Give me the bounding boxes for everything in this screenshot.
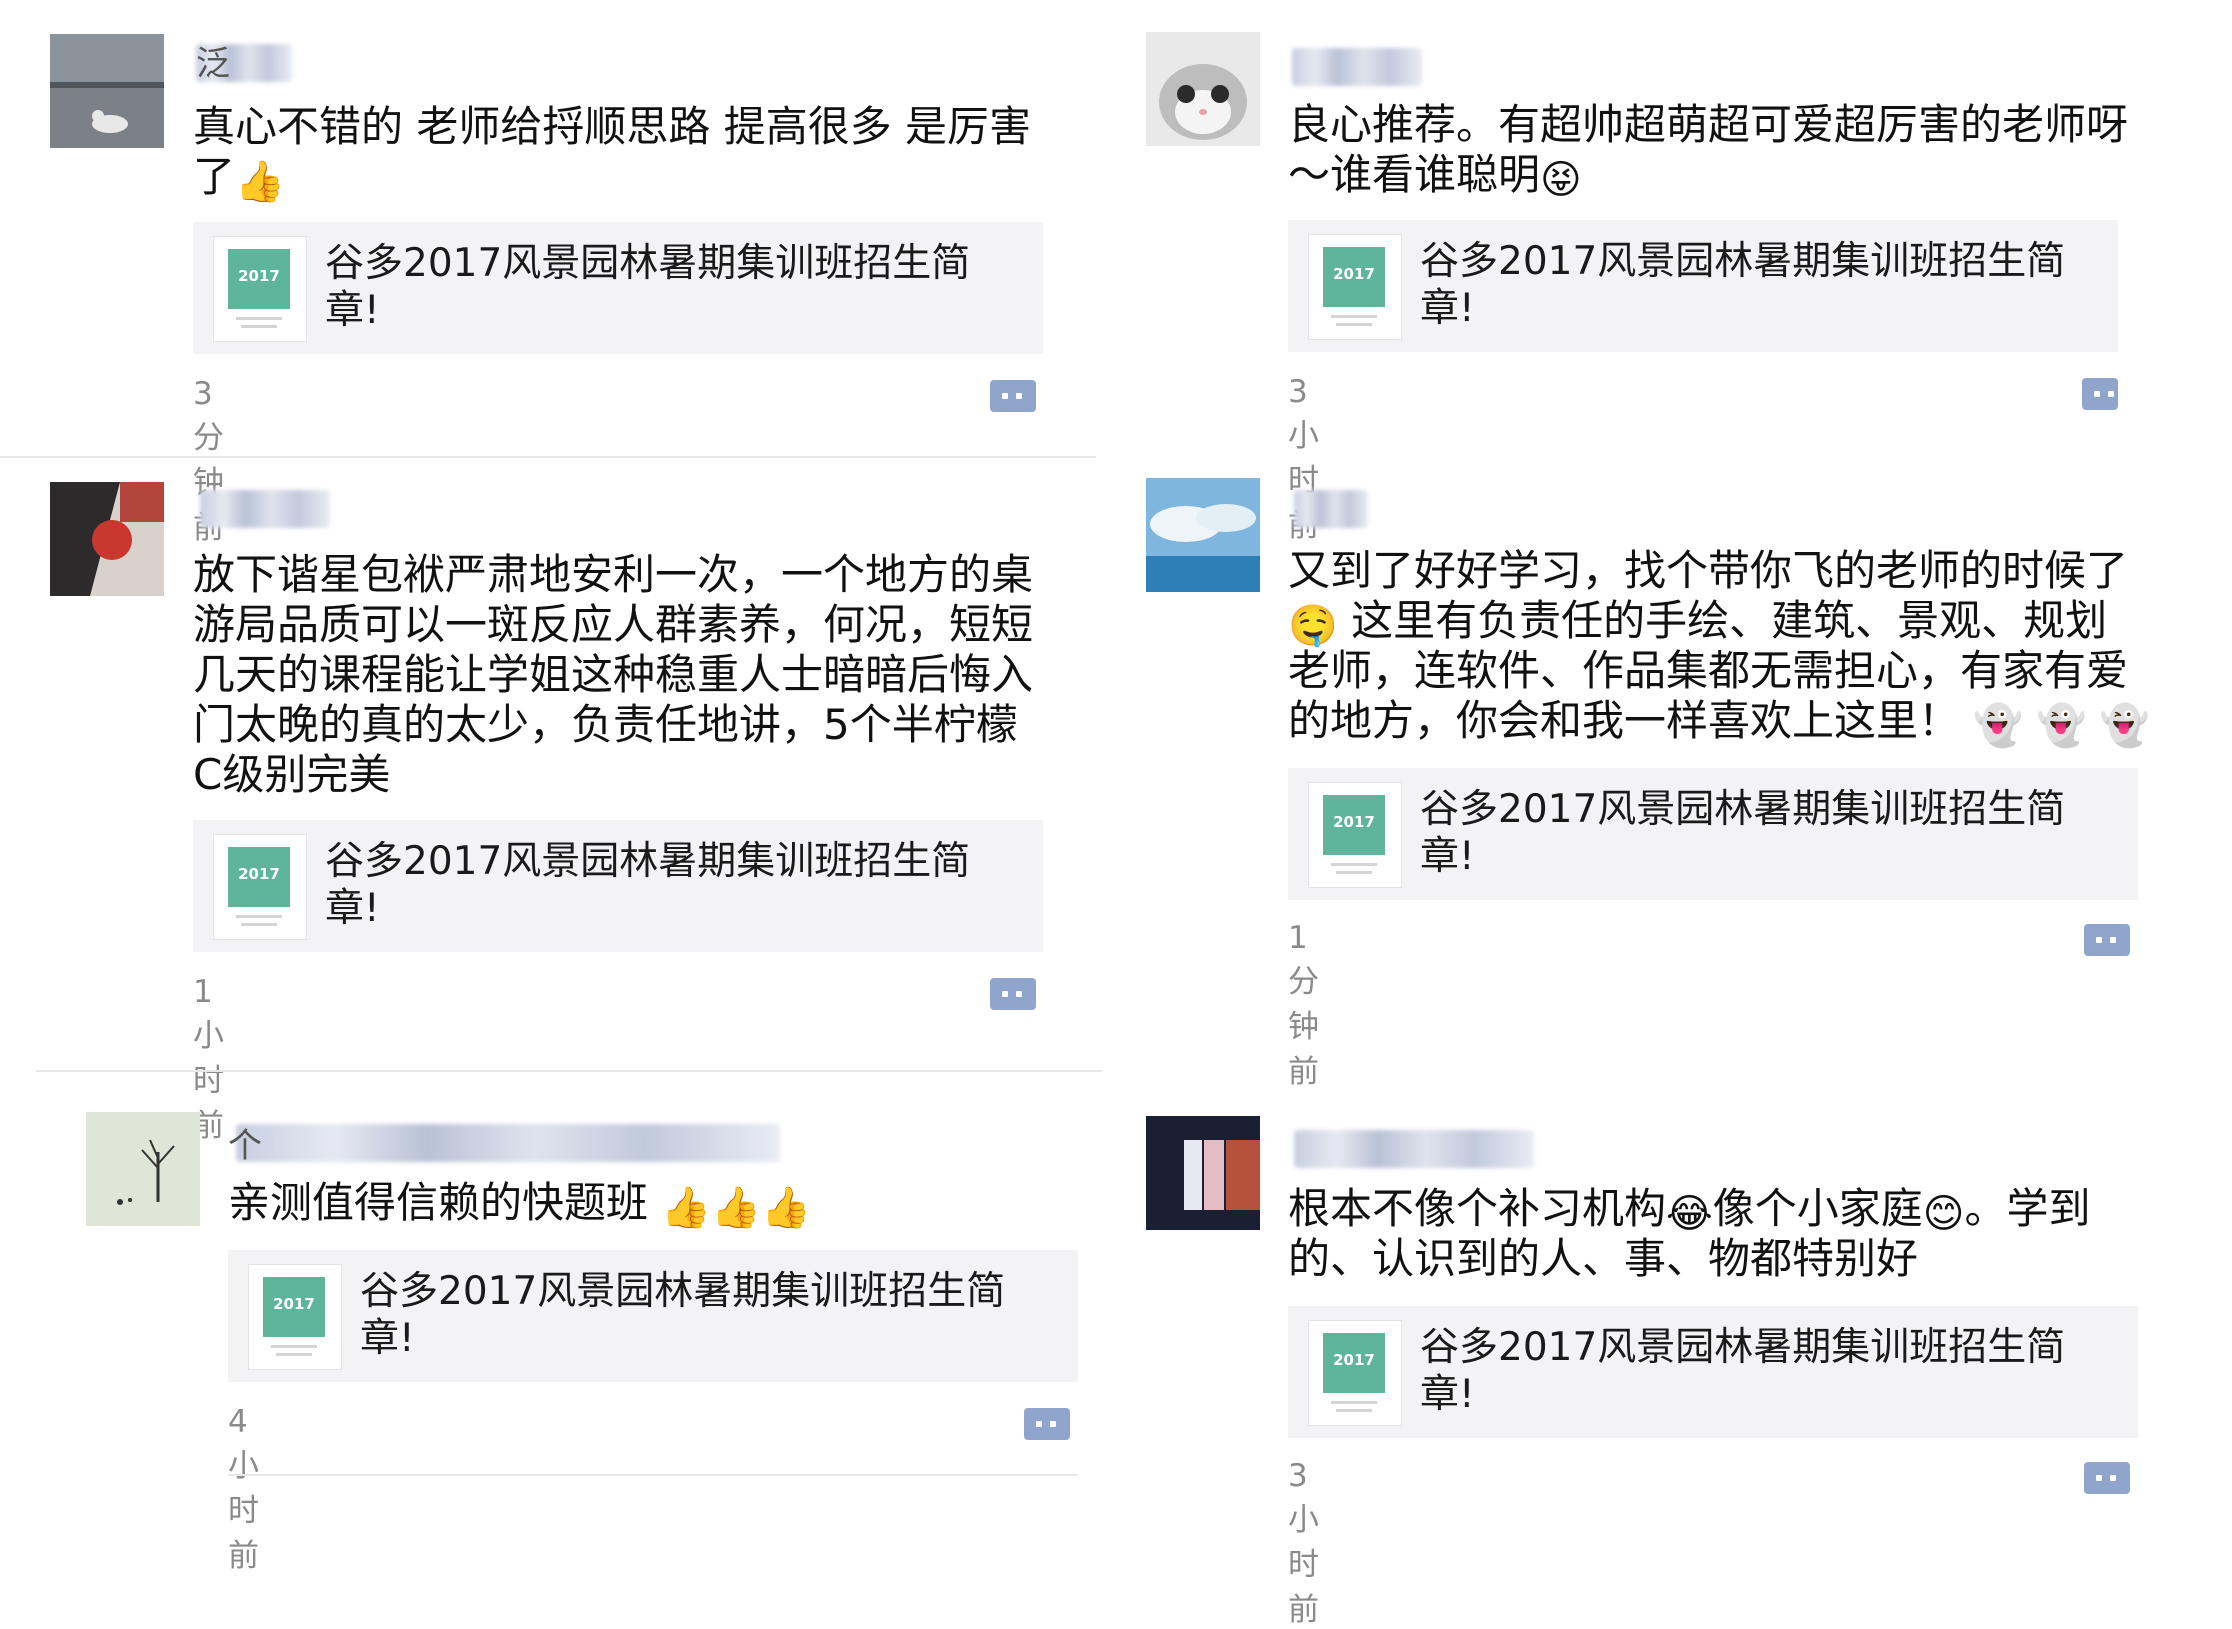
card-thumbnail: 2017 [213,834,307,940]
card-cover-image: 2017 [1323,795,1385,855]
thumbs-up-icon: 👍 [235,159,285,205]
thumbs-up-icon: 👍 [761,1185,811,1231]
divider [36,1070,1102,1072]
post-text: 良心推荐。有超帅超萌超可爱超厉害的老师呀 ～谁看谁聪明😝 [1288,100,2129,203]
avatar[interactable] [50,482,164,596]
avatar-red-bag-image [50,482,164,596]
post-text: 亲测值得信赖的快题班 👍👍👍 [228,1178,811,1231]
link-card[interactable]: 2017 谷多2017风景园林暑期集训班招生简 章! [1288,1306,2138,1438]
avatar[interactable] [1146,32,1260,146]
comment-icon[interactable] [1024,1408,1070,1440]
card-cover-image: 2017 [263,1277,325,1337]
card-cover-image: 2017 [228,847,290,907]
divider [0,456,1096,458]
comment-icon[interactable] [2082,378,2118,410]
avatar-beach-dog-image [50,34,164,148]
link-card[interactable]: 2017 谷多2017风景园林暑期集训班招生简 章! [193,820,1043,952]
username-initial: 泛 [196,44,230,84]
thumbs-up-icon: 👍 [661,1185,712,1231]
thumbs-up-icon: 👍 [711,1185,761,1231]
avatar[interactable] [1146,478,1260,592]
avatar-sky-ocean-image [1146,478,1260,592]
card-title: 谷多2017风景园林暑期集训班招生简 章! [360,1269,1006,1361]
username-blurred[interactable] [1294,490,1368,528]
ghost-icon: 👻 [2036,703,2087,749]
username-blurred[interactable] [200,490,330,528]
username-blurred[interactable] [236,1124,780,1162]
tongue-face-icon: 😝 [1540,157,1582,203]
smile-icon: 😊 [1922,1191,1965,1237]
avatar[interactable] [50,34,164,148]
avatar-tree-image [86,1112,200,1226]
comment-icon[interactable] [2084,1462,2130,1494]
grin-sweat-icon: 🤤 [1288,603,1338,649]
card-thumbnail: 2017 [213,236,307,342]
link-card[interactable]: 2017 谷多2017风景园林暑期集训班招生简 章! [193,222,1043,354]
comment-icon[interactable] [990,978,1036,1010]
post-time: 4小时前 [228,1404,259,1574]
link-card[interactable]: 2017 谷多2017风景园林暑期集训班招生简 章! [1288,768,2138,900]
card-title: 谷多2017风景园林暑期集训班招生简 章! [1420,787,2066,879]
card-title: 谷多2017风景园林暑期集训班招生简 章! [1420,1325,2066,1417]
post-text: 放下谐星包袱严肃地安利一次，一个地方的桌 游局品质可以一斑反应人群素养，何况，短… [193,550,1034,799]
ghost-icon: 👻 [2099,703,2150,749]
card-cover-image: 2017 [1323,1333,1385,1393]
post-text: 真心不错的 老师给捋顺思路 提高很多 是厉害 了👍 [193,102,1032,205]
comment-icon[interactable] [2084,924,2130,956]
divider [228,1474,1078,1476]
card-thumbnail: 2017 [1308,1320,1402,1426]
username-blurred[interactable] [1292,48,1422,86]
card-cover-image: 2017 [228,249,290,309]
ghost-icon: 👻 [1973,703,2024,749]
card-thumbnail: 2017 [1308,782,1402,888]
post-time: 1分钟前 [1288,920,1319,1090]
post-text: 又到了好好学习，找个带你飞的老师的时候了 🤤 这里有负责任的手绘、建筑、景观、规… [1288,546,2150,749]
laugh-cry-icon: 😂 [1666,1191,1713,1237]
link-card[interactable]: 2017 谷多2017风景园林暑期集训班招生简 章! [228,1250,1078,1382]
username-initial: 个 [228,1126,262,1166]
avatar-cat-image [1146,32,1260,146]
card-thumbnail: 2017 [1308,234,1402,340]
card-thumbnail: 2017 [248,1264,342,1370]
username-blurred[interactable] [1294,1130,1534,1168]
avatar[interactable] [86,1112,200,1226]
link-card[interactable]: 2017 谷多2017风景园林暑期集训班招生简 章! [1288,220,2118,352]
post-time: 3小时前 [1288,1458,1319,1628]
post-text: 根本不像个补习机构😂像个小家庭😊。学到 的、认识到的人、事、物都特别好 [1288,1184,2091,1283]
card-title: 谷多2017风景园林暑期集训班招生简 章! [325,241,971,333]
card-title: 谷多2017风景园林暑期集训班招生简 章! [325,839,971,931]
card-title: 谷多2017风景园林暑期集训班招生简 章! [1420,239,2066,331]
avatar[interactable] [1146,1116,1260,1230]
avatar-abstract-image [1146,1116,1260,1230]
card-cover-image: 2017 [1323,247,1385,307]
comment-icon[interactable] [990,380,1036,412]
